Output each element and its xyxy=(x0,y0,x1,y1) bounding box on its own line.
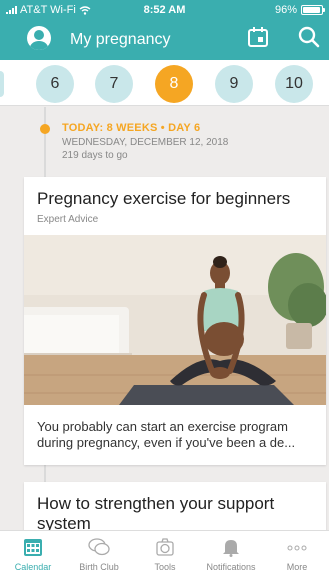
week-bubble[interactable]: 7 xyxy=(95,65,133,103)
tab-label: More xyxy=(286,562,308,572)
week-selector: 6 7 8 9 10 xyxy=(0,60,329,106)
app-bar: My pregnancy xyxy=(0,22,329,60)
tab-label: Notifications xyxy=(206,562,256,572)
tab-more[interactable]: More xyxy=(264,531,329,572)
article-category: Expert Advice xyxy=(37,214,99,225)
chat-bubbles-icon xyxy=(88,538,110,556)
tab-label: Calendar xyxy=(14,562,52,572)
search-icon[interactable] xyxy=(297,25,321,49)
page-title: My pregnancy xyxy=(70,31,171,48)
week-bubble[interactable]: 6 xyxy=(36,65,74,103)
week-bubble[interactable]: 9 xyxy=(215,65,253,103)
tab-label: Tools xyxy=(154,562,176,572)
calendar-icon xyxy=(24,539,42,556)
tab-calendar[interactable]: Calendar xyxy=(0,531,66,572)
bell-icon xyxy=(223,540,239,557)
header-bar: AT&T Wi-Fi 8:52 AM 96% My pregnancy xyxy=(0,0,329,60)
article-photo xyxy=(24,235,326,405)
tools-icon xyxy=(156,538,174,556)
week-bubble-selected[interactable]: 8 xyxy=(155,65,193,103)
article-snippet: You probably can start an exercise progr… xyxy=(37,419,296,450)
battery-icon xyxy=(301,5,325,15)
article-title: How to strengthen your support system xyxy=(37,494,275,530)
days-to-go: 219 days to go xyxy=(62,150,128,161)
tab-birth-club[interactable]: Birth Club xyxy=(66,531,132,572)
week-bubble[interactable]: 10 xyxy=(275,65,313,103)
battery-indicator: 96% xyxy=(274,4,325,16)
today-marker xyxy=(40,124,50,134)
battery-percent: 96% xyxy=(274,4,297,16)
week-bubble-partial xyxy=(0,71,4,97)
article-card[interactable]: Pregnancy exercise for beginners Expert … xyxy=(24,177,326,465)
tab-notifications[interactable]: Notifications xyxy=(198,531,264,572)
today-date: WEDNESDAY, DECEMBER 12, 2018 xyxy=(62,137,229,148)
today-label: TODAY: 8 WEEKS • DAY 6 xyxy=(62,122,201,134)
article-title: Pregnancy exercise for beginners xyxy=(37,189,291,208)
profile-icon[interactable] xyxy=(27,26,51,50)
calendar-icon[interactable] xyxy=(247,26,269,48)
status-bar: AT&T Wi-Fi 8:52 AM 96% xyxy=(0,0,329,20)
tab-tools[interactable]: Tools xyxy=(132,531,198,572)
article-card[interactable]: How to strengthen your support system xyxy=(24,482,326,530)
calendar-feed[interactable]: TODAY: 8 WEEKS • DAY 6 WEDNESDAY, DECEMB… xyxy=(0,107,329,530)
tab-bar: Calendar Birth Club Tools Notifications … xyxy=(0,530,329,572)
tab-label: Birth Club xyxy=(79,562,119,572)
more-dots-icon xyxy=(287,545,307,551)
